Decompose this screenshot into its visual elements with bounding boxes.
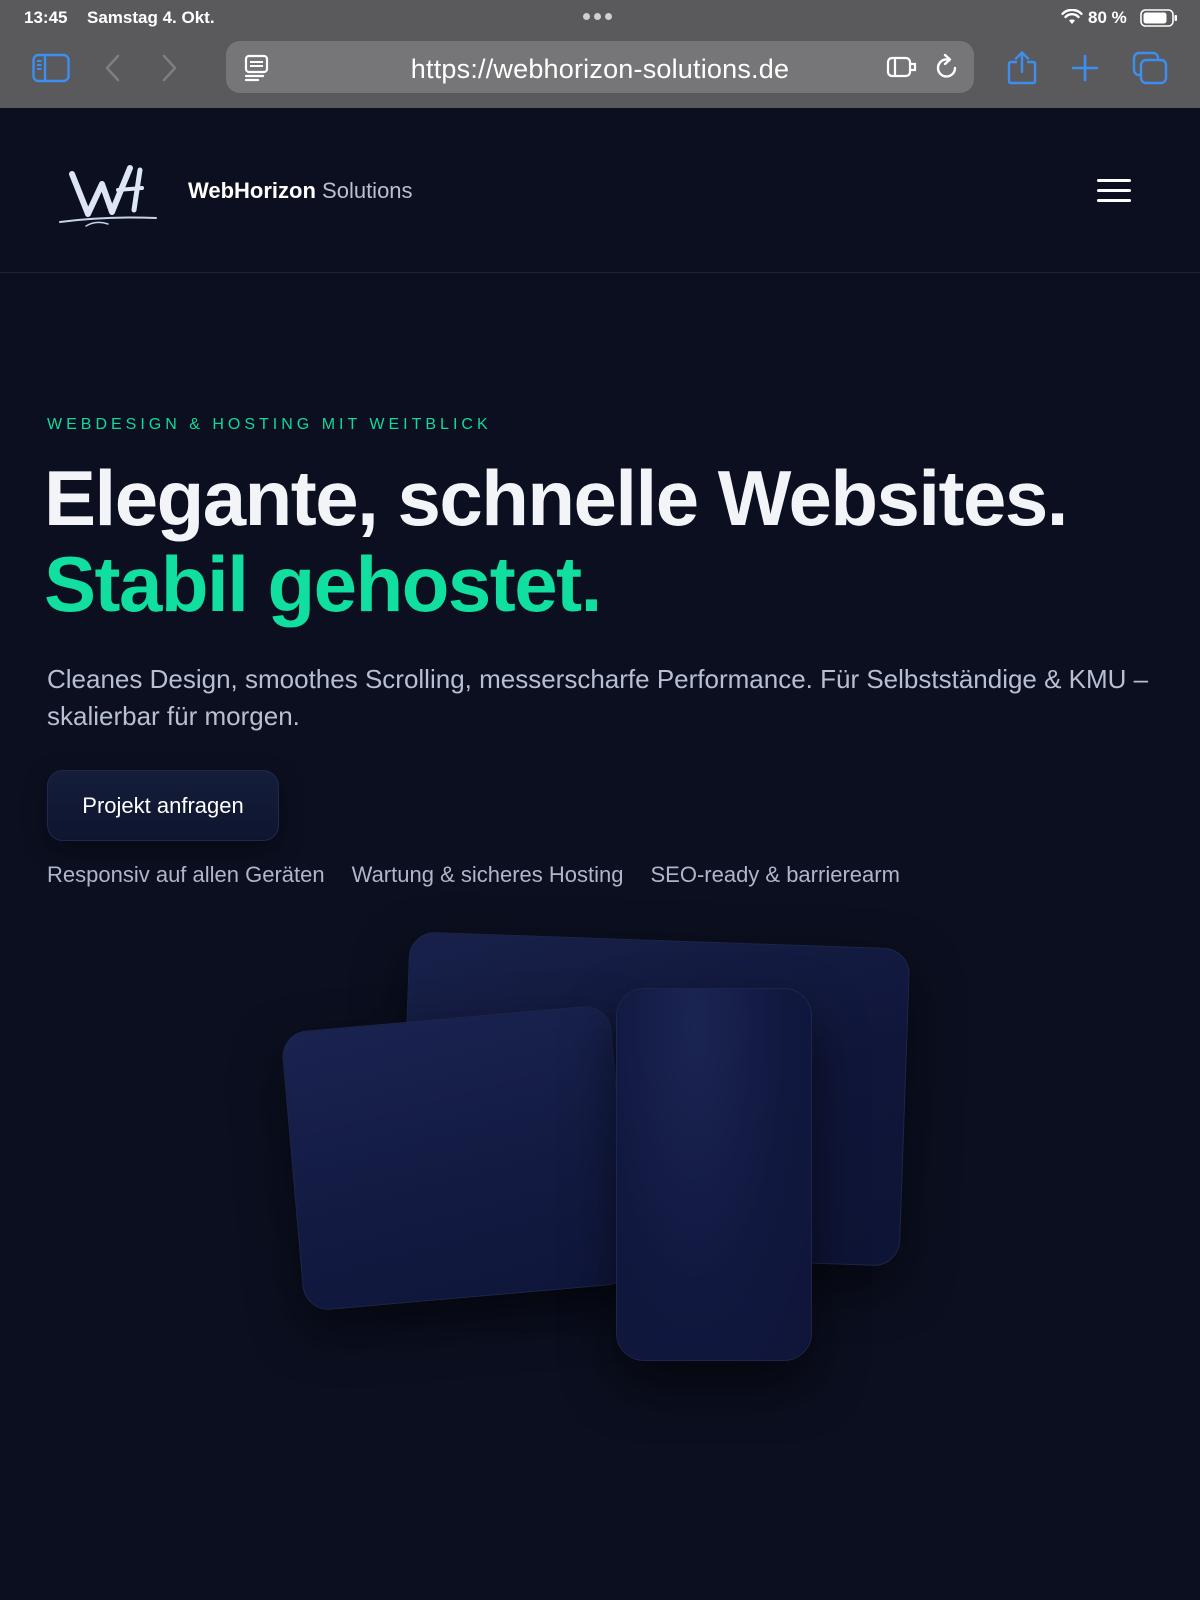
back-icon <box>105 54 120 82</box>
share-button[interactable] <box>1002 48 1042 88</box>
brand-name[interactable]: WebHorizon Solutions <box>188 178 413 204</box>
brand-logo[interactable] <box>56 160 160 230</box>
brand-name-light: Solutions <box>315 178 413 203</box>
hero-headline: Elegante, schnelle Websites. Stabil geho… <box>44 455 1184 627</box>
menu-icon <box>1097 179 1131 182</box>
tabs-overview-button[interactable] <box>1130 48 1170 88</box>
multitasking-dots-icon[interactable] <box>583 13 612 20</box>
hero-headline-line-2: Stabil gehostet. <box>44 540 602 628</box>
hero-eyebrow: WEBDESIGN & HOSTING MIT WEITBLICK <box>47 416 492 433</box>
status-date: Samstag 4. Okt. <box>87 8 215 27</box>
phone-mockup <box>616 988 812 1361</box>
address-bar[interactable]: https://webhorizon-solutions.de <box>226 41 974 93</box>
wifi-icon <box>1061 9 1083 24</box>
back-button[interactable] <box>93 48 133 88</box>
sidebar-icon <box>32 53 70 83</box>
menu-button[interactable] <box>1097 179 1131 205</box>
feature-item: Wartung & sicheres Hosting <box>351 862 624 887</box>
request-project-button[interactable]: Projekt anfragen <box>47 770 279 841</box>
feature-item: Responsiv auf allen Geräten <box>47 862 325 887</box>
status-bar: 13:45 Samstag 4. Okt. 80 % <box>0 0 1200 34</box>
extension-icon[interactable] <box>886 54 918 80</box>
brand-name-strong: WebHorizon <box>188 178 316 203</box>
forward-icon <box>162 54 177 82</box>
battery-percent: 80 % <box>1088 8 1127 27</box>
browser-chrome: 13:45 Samstag 4. Okt. 80 % https://webho… <box>0 0 1200 108</box>
battery-icon <box>1140 9 1177 27</box>
reload-icon[interactable] <box>934 53 960 81</box>
forward-button[interactable] <box>149 48 189 88</box>
hero-subline: Cleanes Design, smoothes Scrolling, mess… <box>47 664 1149 731</box>
url-text: https://webhorizon-solutions.de <box>410 54 790 84</box>
feature-list: Responsiv auf allen Geräten Wartung & si… <box>47 862 900 888</box>
share-icon <box>1007 51 1037 85</box>
tabs-icon <box>1132 51 1168 85</box>
site-header: WebHorizon Solutions <box>0 108 1200 273</box>
new-tab-icon <box>1071 54 1099 82</box>
hero-headline-line-1: Elegante, schnelle Websites. <box>44 454 1068 542</box>
status-time: 13:45 <box>24 8 68 27</box>
feature-item: SEO-ready & barrierearm <box>650 862 900 887</box>
tablet-mockup <box>280 1004 634 1312</box>
sidebar-toggle-button[interactable] <box>31 48 71 88</box>
new-tab-button[interactable] <box>1065 48 1105 88</box>
